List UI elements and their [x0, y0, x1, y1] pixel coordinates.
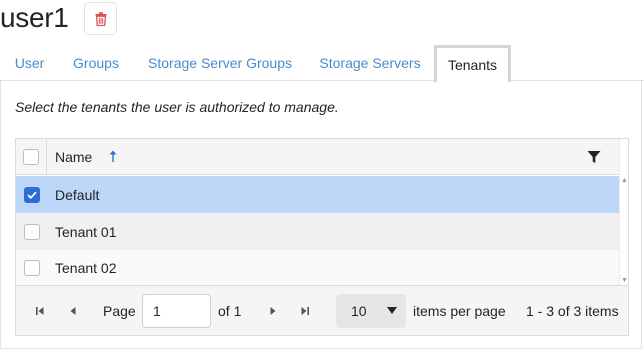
tab-storage-servers[interactable]: Storage Servers [319, 45, 420, 81]
table-row[interactable]: Tenant 02 [16, 250, 619, 285]
next-page-button[interactable] [265, 303, 281, 319]
page-title: user1 [0, 2, 69, 33]
tab-storage-server-groups[interactable]: Storage Server Groups [148, 45, 292, 81]
checkmark-icon [26, 191, 37, 199]
table-row[interactable]: Default [16, 176, 619, 213]
arrow-up-icon [109, 150, 117, 162]
row-check-cell [16, 213, 47, 250]
row-check-cell [16, 176, 47, 213]
table-row[interactable]: Tenant 01 [16, 213, 619, 250]
delete-user-button[interactable] [84, 2, 117, 35]
row-name: Tenant 02 [55, 259, 117, 276]
pager-summary: 1 - 3 of 3 items [526, 303, 619, 319]
row-name: Default [55, 186, 100, 203]
tab-user[interactable]: User [15, 45, 45, 81]
row-checkbox[interactable] [23, 259, 40, 276]
row-checkbox[interactable] [23, 223, 40, 240]
last-page-button[interactable] [297, 303, 313, 319]
first-page-button[interactable] [32, 303, 48, 319]
items-per-page-label: items per page [413, 303, 506, 319]
row-name: Tenant 01 [55, 223, 117, 240]
previous-page-icon [70, 307, 76, 315]
caret-down-icon [387, 307, 397, 314]
grid-header: Name [16, 139, 628, 175]
first-page-icon [36, 307, 44, 315]
title-row: user1 [0, 0, 69, 36]
column-header-name[interactable]: Name [55, 139, 92, 175]
items-per-page-value: 10 [351, 303, 367, 319]
tab-bar: User Groups Storage Server Groups Storag… [0, 45, 644, 82]
page-number-input[interactable] [142, 294, 211, 328]
row-check-cell [16, 250, 47, 285]
items-per-page-select[interactable]: 10 [336, 294, 406, 328]
previous-page-button[interactable] [65, 303, 81, 319]
next-page-icon [270, 307, 276, 315]
tab-tenants[interactable]: Tenants [434, 45, 511, 82]
select-all-checkbox[interactable] [23, 148, 39, 165]
scroll-up-icon[interactable]: ▲ [621, 177, 628, 184]
last-page-icon [301, 307, 309, 315]
tab-groups[interactable]: Groups [73, 45, 119, 81]
grid-scrollbar[interactable]: ▲ ▼ [619, 139, 628, 285]
row-checkbox-checked[interactable] [23, 186, 40, 203]
trash-icon [95, 11, 106, 26]
filter-icon[interactable] [587, 150, 601, 164]
tenants-hint: Select the tenants the user is authorize… [15, 99, 339, 115]
page-count-label: of 1 [218, 303, 242, 319]
page-label: Page [103, 303, 136, 319]
scroll-down-icon[interactable]: ▼ [621, 277, 628, 284]
header-check-cell [16, 139, 47, 174]
tenants-grid: Name Default Tenant 01 Tenant 02 ▲ ▼ Pag… [15, 138, 629, 336]
pager: Page of 1 10 items per page 1 - 3 of 3 i… [16, 285, 628, 335]
